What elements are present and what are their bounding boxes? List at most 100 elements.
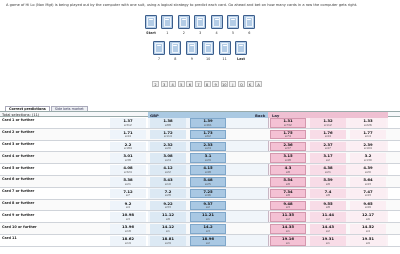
amount: £28 bbox=[165, 193, 171, 198]
back-price-cell[interactable]: 1.72 £114 bbox=[150, 129, 186, 140]
lay-price-cell[interactable]: 9.48 £3 bbox=[270, 200, 306, 211]
selection-name: Card 7 or further bbox=[2, 189, 35, 194]
card-label: 6 bbox=[248, 30, 251, 35]
amount: £2 bbox=[326, 157, 330, 162]
table-body: Card 1 or further 1.37 £312 1.38 £88 1.39 £461… bbox=[0, 117, 400, 247]
amount: £4 bbox=[126, 205, 130, 210]
lay-price-cell[interactable]: 5.59 £8 bbox=[310, 176, 346, 187]
lay-price-cell[interactable]: 4.38 £21 bbox=[310, 165, 346, 175]
lay-price-cell[interactable]: 5.64 £43 bbox=[350, 176, 386, 187]
back-price-cell[interactable]: 18.81 £29 bbox=[150, 235, 186, 246]
lay-price-cell[interactable]: 5.54 £8 bbox=[270, 176, 306, 187]
lay-price-cell[interactable]: 14.43 £2 bbox=[310, 224, 346, 234]
lay-price-cell[interactable]: 3.2 £130 bbox=[350, 153, 386, 163]
lay-price-cell[interactable]: 11.44 £2 bbox=[310, 212, 346, 222]
lay-price-cell[interactable]: 7.47 £43 bbox=[350, 188, 386, 199]
lay-price-cell[interactable]: 19.51 £9 bbox=[350, 235, 386, 246]
back-price-cell[interactable]: 3.01 £38 bbox=[110, 153, 146, 163]
lay-price-cell[interactable]: 1.33 £226 bbox=[350, 118, 386, 128]
amount: £19 bbox=[125, 240, 131, 245]
amount: £43 bbox=[365, 181, 371, 186]
card-label: 10 bbox=[206, 56, 211, 61]
back-price-cell[interactable]: 4.12 £22 bbox=[150, 165, 186, 175]
back-price-cell[interactable]: 18.96 £2 bbox=[190, 235, 226, 246]
amount: £2 bbox=[286, 216, 290, 221]
back-price-cell[interactable]: 11.12 £8 bbox=[150, 212, 186, 222]
back-price-cell[interactable]: 5.48 £25 bbox=[190, 176, 226, 187]
rank-q: Q bbox=[237, 81, 245, 88]
lay-price-cell[interactable]: 19.31 £1 bbox=[310, 235, 346, 246]
amount: £3 bbox=[206, 228, 210, 233]
table-row: Card 10 or further 13.96 £18 14.12 £1 14.2 £3 1… bbox=[0, 223, 400, 235]
lay-price-cell[interactable]: 11.35 £2 bbox=[270, 212, 306, 222]
lay-price-cell[interactable]: 2.36 £37 bbox=[270, 141, 306, 152]
back-price-cell[interactable]: 5.38 £21 bbox=[110, 176, 146, 187]
back-price-cell[interactable]: 2.33 £24 bbox=[190, 141, 226, 152]
back-price-cell[interactable]: 9.22 £33 bbox=[150, 200, 186, 211]
card-back bbox=[243, 15, 256, 29]
back-price-cell[interactable]: 1.71 £44 bbox=[110, 129, 146, 140]
back-price-cell[interactable]: 1.37 £312 bbox=[110, 118, 146, 128]
lay-price-cell[interactable]: 4.39 £20 bbox=[350, 165, 386, 175]
lay-price-cell[interactable]: 1.32 £112 bbox=[310, 118, 346, 128]
back-price-cell[interactable]: 18.62 £19 bbox=[110, 235, 146, 246]
amount: £6 bbox=[366, 216, 370, 221]
amount: £47 bbox=[325, 146, 331, 151]
back-price-cell[interactable]: 5.43 £10 bbox=[150, 176, 186, 187]
lay-price-cell[interactable]: 1.31 £732 bbox=[270, 118, 306, 128]
lay-price-cell[interactable]: 2.37 £47 bbox=[310, 141, 346, 152]
back-price-cell[interactable]: 10.98 £3 bbox=[110, 212, 146, 222]
amount: £33 bbox=[165, 205, 171, 210]
back-price-cell[interactable]: 4.08 £324 bbox=[110, 165, 146, 175]
lay-price-cell[interactable]: 4.3 £8 bbox=[270, 165, 306, 175]
back-price-cell[interactable]: 1.38 £88 bbox=[150, 118, 186, 128]
back-price-cell[interactable]: 9.37 £2 bbox=[190, 200, 226, 211]
lay-price-cell[interactable]: 9.65 £49 bbox=[350, 200, 386, 211]
amount: £4 bbox=[366, 228, 370, 233]
lay-price-cell[interactable]: 7.34 £8 bbox=[270, 188, 306, 199]
lay-price-cell[interactable]: 3.15 £48 bbox=[270, 153, 306, 163]
lay-price-cell[interactable]: 14.52 £4 bbox=[350, 224, 386, 234]
lay-price-cell[interactable]: 2.39 £104 bbox=[350, 141, 386, 152]
lay-price-cell[interactable]: 3.17 £2 bbox=[310, 153, 346, 163]
lay-price-cell[interactable]: 1.75 £74 bbox=[270, 129, 306, 140]
selection-name: Card 1 or further bbox=[2, 118, 35, 123]
amount: £22 bbox=[165, 169, 171, 174]
back-price-cell[interactable]: 7.2 £28 bbox=[150, 188, 186, 199]
card-label: Start bbox=[146, 30, 156, 35]
card-back bbox=[153, 41, 165, 55]
back-price-cell[interactable]: 3.08 £24 bbox=[150, 153, 186, 163]
lay-price-cell[interactable]: 19.16 £1 bbox=[270, 235, 306, 246]
amount: £104 bbox=[364, 146, 372, 151]
back-price-cell[interactable]: 1.73 £62 bbox=[190, 129, 226, 140]
back-price-cell[interactable]: 3.1 £29 bbox=[190, 153, 226, 163]
amount: £8 bbox=[166, 216, 170, 221]
back-price-cell[interactable]: 7.25 £46 bbox=[190, 188, 226, 199]
selection-name: Card 5 or further bbox=[2, 165, 35, 170]
back-price-cell[interactable]: 7.12 £7 bbox=[110, 188, 146, 199]
lay-price-cell[interactable]: 14.35 £1 bbox=[270, 224, 306, 234]
amount: £461 bbox=[204, 122, 212, 127]
card-label: 9 bbox=[190, 56, 193, 61]
rank-2: 2 bbox=[152, 81, 159, 88]
lay-price-cell[interactable]: 12.17 £6 bbox=[350, 212, 386, 222]
back-price-cell[interactable]: 13.96 £18 bbox=[110, 224, 146, 234]
back-price-cell[interactable]: 9.2 £4 bbox=[110, 200, 146, 211]
amount: £14 bbox=[365, 134, 371, 139]
back-price-cell[interactable]: 4.15 £48 bbox=[190, 165, 226, 175]
lay-price-cell[interactable]: 9.55 £8 bbox=[310, 200, 346, 211]
amount: £312 bbox=[124, 122, 132, 127]
back-price-cell[interactable]: 14.2 £3 bbox=[190, 224, 226, 234]
back-price-cell[interactable]: 11.21 £1 bbox=[190, 212, 226, 222]
lay-price-cell[interactable]: 1.76 £44 bbox=[310, 129, 346, 140]
lay-price-cell[interactable]: 1.77 £14 bbox=[350, 129, 386, 140]
back-price-cell[interactable]: 2.32 £20 bbox=[150, 141, 186, 152]
back-price-cell[interactable]: 1.39 £461 bbox=[190, 118, 226, 128]
back-price-cell[interactable]: 2.2 £184 bbox=[110, 141, 146, 152]
amount: £38 bbox=[125, 157, 131, 162]
rank-6: 6 bbox=[186, 81, 194, 88]
back-price-cell[interactable]: 14.12 £1 bbox=[150, 224, 186, 234]
amount: £2 bbox=[206, 240, 210, 245]
lay-price-cell[interactable]: 7.4 £8 bbox=[310, 188, 346, 199]
card-back bbox=[210, 15, 223, 29]
